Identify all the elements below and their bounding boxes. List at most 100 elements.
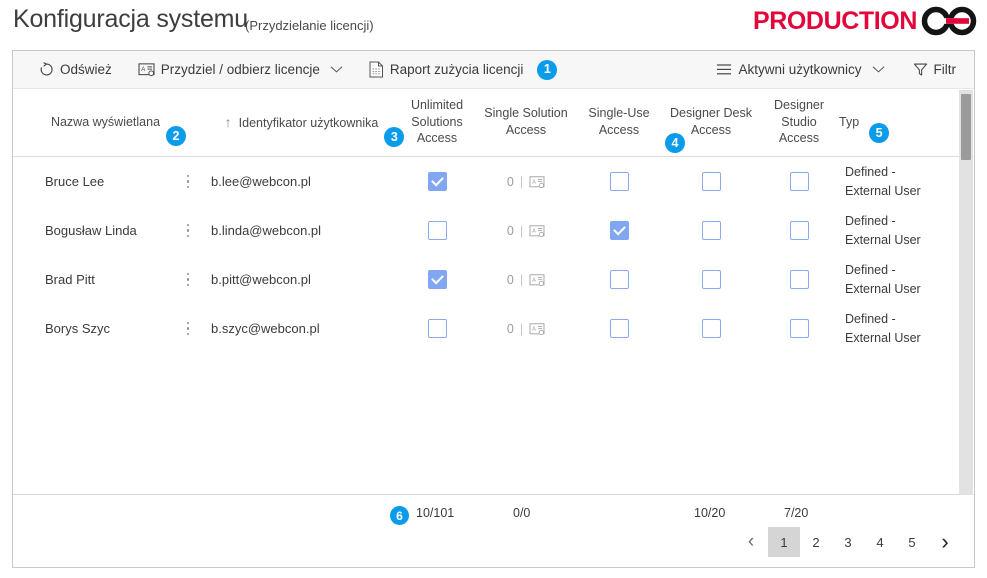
page-button-1[interactable]: 1 xyxy=(768,527,800,557)
cell-single-solution[interactable]: 0 | A xyxy=(477,255,575,304)
cell-designer-desk[interactable] xyxy=(663,304,759,353)
single-solution-count: 0 xyxy=(506,272,514,287)
checkbox-designer-studio[interactable] xyxy=(789,172,809,191)
cell-designer-desk[interactable] xyxy=(663,255,759,304)
prev-page-button[interactable]: ‹ xyxy=(734,527,768,557)
vertical-scrollbar[interactable] xyxy=(959,90,973,495)
single-solution-count: 0 xyxy=(506,321,514,336)
table-row[interactable]: Bruce Lee b.lee@webcon.pl 0 | A Defined … xyxy=(13,157,974,206)
cell-unlimited[interactable] xyxy=(399,255,475,304)
row-menu-button[interactable] xyxy=(179,157,197,206)
cell-single-solution[interactable]: 0 | A xyxy=(477,157,575,206)
checkbox-designer-desk[interactable] xyxy=(701,319,721,338)
cell-designer-studio[interactable] xyxy=(763,255,835,304)
checkbox-designer-desk[interactable] xyxy=(701,221,721,240)
license-card: Odśwież A Przydziel / odbierz licencje R… xyxy=(12,50,975,568)
column-header-designer-studio[interactable]: Designer Studio Access xyxy=(763,88,835,156)
cell-single-solution[interactable]: 0 | A xyxy=(477,206,575,255)
license-assignment-screen: Konfiguracja systemu (Przydzielanie lice… xyxy=(0,0,987,578)
callout-badge-2: 2 xyxy=(166,126,187,147)
page-button-5[interactable]: 5 xyxy=(896,527,928,557)
chevron-down-icon[interactable] xyxy=(330,65,343,74)
usage-report-button[interactable]: Raport zużycia licencji 1 xyxy=(365,59,562,80)
pagination: ‹ 1 2 3 4 5 › xyxy=(734,527,962,557)
checkbox-designer-studio[interactable] xyxy=(789,319,809,338)
scrollbar-thumb[interactable] xyxy=(961,94,971,160)
table-row[interactable]: Borys Szyc b.szyc@webcon.pl 0 | A Define… xyxy=(13,304,974,353)
user-card-icon[interactable]: A xyxy=(529,224,545,238)
total-designer-desk: 7/20 xyxy=(784,506,809,520)
cell-type: Defined - External User xyxy=(845,165,921,198)
assign-licenses-button[interactable]: A Przydziel / odbierz licencje xyxy=(134,62,347,77)
svg-text:A: A xyxy=(532,277,536,283)
refresh-button[interactable]: Odśwież xyxy=(35,62,116,77)
refresh-label: Odśwież xyxy=(60,62,112,77)
checkbox-single-use[interactable] xyxy=(609,221,629,240)
checkbox-unlimited[interactable] xyxy=(427,221,447,240)
checkbox-designer-studio[interactable] xyxy=(789,270,809,289)
cell-unlimited[interactable] xyxy=(399,206,475,255)
user-card-icon[interactable]: A xyxy=(529,322,545,336)
grid-body: Bruce Lee b.lee@webcon.pl 0 | A Defined … xyxy=(13,157,974,494)
cell-designer-studio[interactable] xyxy=(763,157,835,206)
checkbox-unlimited[interactable] xyxy=(427,319,447,338)
active-users-label: Aktywni użytkownicy xyxy=(738,62,862,77)
chevron-down-icon[interactable] xyxy=(872,65,885,74)
column-header-login[interactable]: ↑ Identyfikator użytkownika 3 xyxy=(209,88,405,156)
column-header-single-use[interactable]: Single-Use Access 4 xyxy=(581,88,685,156)
column-header-single-solution-label: Single Solution Access xyxy=(484,106,568,137)
cell-single-solution[interactable]: 0 | A xyxy=(477,304,575,353)
column-header-single-solution[interactable]: Single Solution Access xyxy=(477,88,575,156)
cell-name: Bogusław Linda xyxy=(45,223,137,238)
next-page-button[interactable]: › xyxy=(928,527,962,557)
table-row[interactable]: Bogusław Linda b.linda@webcon.pl 0 | A D… xyxy=(13,206,974,255)
checkbox-designer-studio[interactable] xyxy=(789,221,809,240)
filter-button[interactable]: Filtr xyxy=(909,62,961,77)
column-header-type[interactable]: Typ 5 xyxy=(839,88,899,156)
usage-report-label: Raport zużycia licencji xyxy=(389,62,524,77)
checkbox-designer-desk[interactable] xyxy=(701,270,721,289)
page-button-4[interactable]: 4 xyxy=(864,527,896,557)
callout-badge-5: 5 xyxy=(869,123,890,144)
cell-designer-studio[interactable] xyxy=(763,206,835,255)
row-menu-button[interactable] xyxy=(179,255,197,304)
cell-single-use[interactable] xyxy=(581,304,657,353)
checkbox-single-use[interactable] xyxy=(609,172,629,191)
cell-unlimited[interactable] xyxy=(399,157,475,206)
checkbox-unlimited[interactable] xyxy=(427,172,447,191)
checkbox-single-use[interactable] xyxy=(609,319,629,338)
column-header-single-use-label: Single-Use Access xyxy=(588,106,650,137)
checkbox-designer-desk[interactable] xyxy=(701,172,721,191)
toolbar: Odśwież A Przydziel / odbierz licencje R… xyxy=(13,51,974,89)
hamburger-icon xyxy=(716,63,732,76)
row-menu-button[interactable] xyxy=(179,206,197,255)
funnel-icon xyxy=(913,62,928,77)
callout-badge-1: 1 xyxy=(537,59,558,80)
column-header-name[interactable]: Nazwa wyświetlana 2 xyxy=(13,88,198,156)
cell-single-use[interactable] xyxy=(581,255,657,304)
column-header-unlimited[interactable]: Unlimited Solutions Access xyxy=(399,88,475,156)
assign-licenses-label: Przydziel / odbierz licencje xyxy=(160,62,320,77)
cell-designer-desk[interactable] xyxy=(663,206,759,255)
filter-label: Filtr xyxy=(933,62,957,77)
row-menu-button[interactable] xyxy=(179,304,197,353)
page-button-2[interactable]: 2 xyxy=(800,527,832,557)
column-header-designer-desk[interactable]: Designer Desk Access xyxy=(663,88,759,156)
page-button-3[interactable]: 3 xyxy=(832,527,864,557)
cell-unlimited[interactable] xyxy=(399,304,475,353)
cell-type: Defined - External User xyxy=(845,263,921,296)
cell-designer-desk[interactable] xyxy=(663,157,759,206)
column-header-type-label: Typ xyxy=(839,114,860,129)
user-card-icon[interactable]: A xyxy=(529,175,545,189)
cell-login: b.lee@webcon.pl xyxy=(211,174,311,189)
user-card-icon[interactable]: A xyxy=(529,273,545,287)
checkbox-unlimited[interactable] xyxy=(427,270,447,289)
cell-designer-studio[interactable] xyxy=(763,304,835,353)
table-row[interactable]: Brad Pitt b.pitt@webcon.pl 0 | A Defined… xyxy=(13,255,974,304)
active-users-filter-button[interactable]: Aktywni użytkownicy xyxy=(712,62,888,77)
cell-single-use[interactable] xyxy=(581,206,657,255)
single-solution-count: 0 xyxy=(506,223,514,238)
separator: | xyxy=(519,223,524,238)
cell-single-use[interactable] xyxy=(581,157,657,206)
checkbox-single-use[interactable] xyxy=(609,270,629,289)
